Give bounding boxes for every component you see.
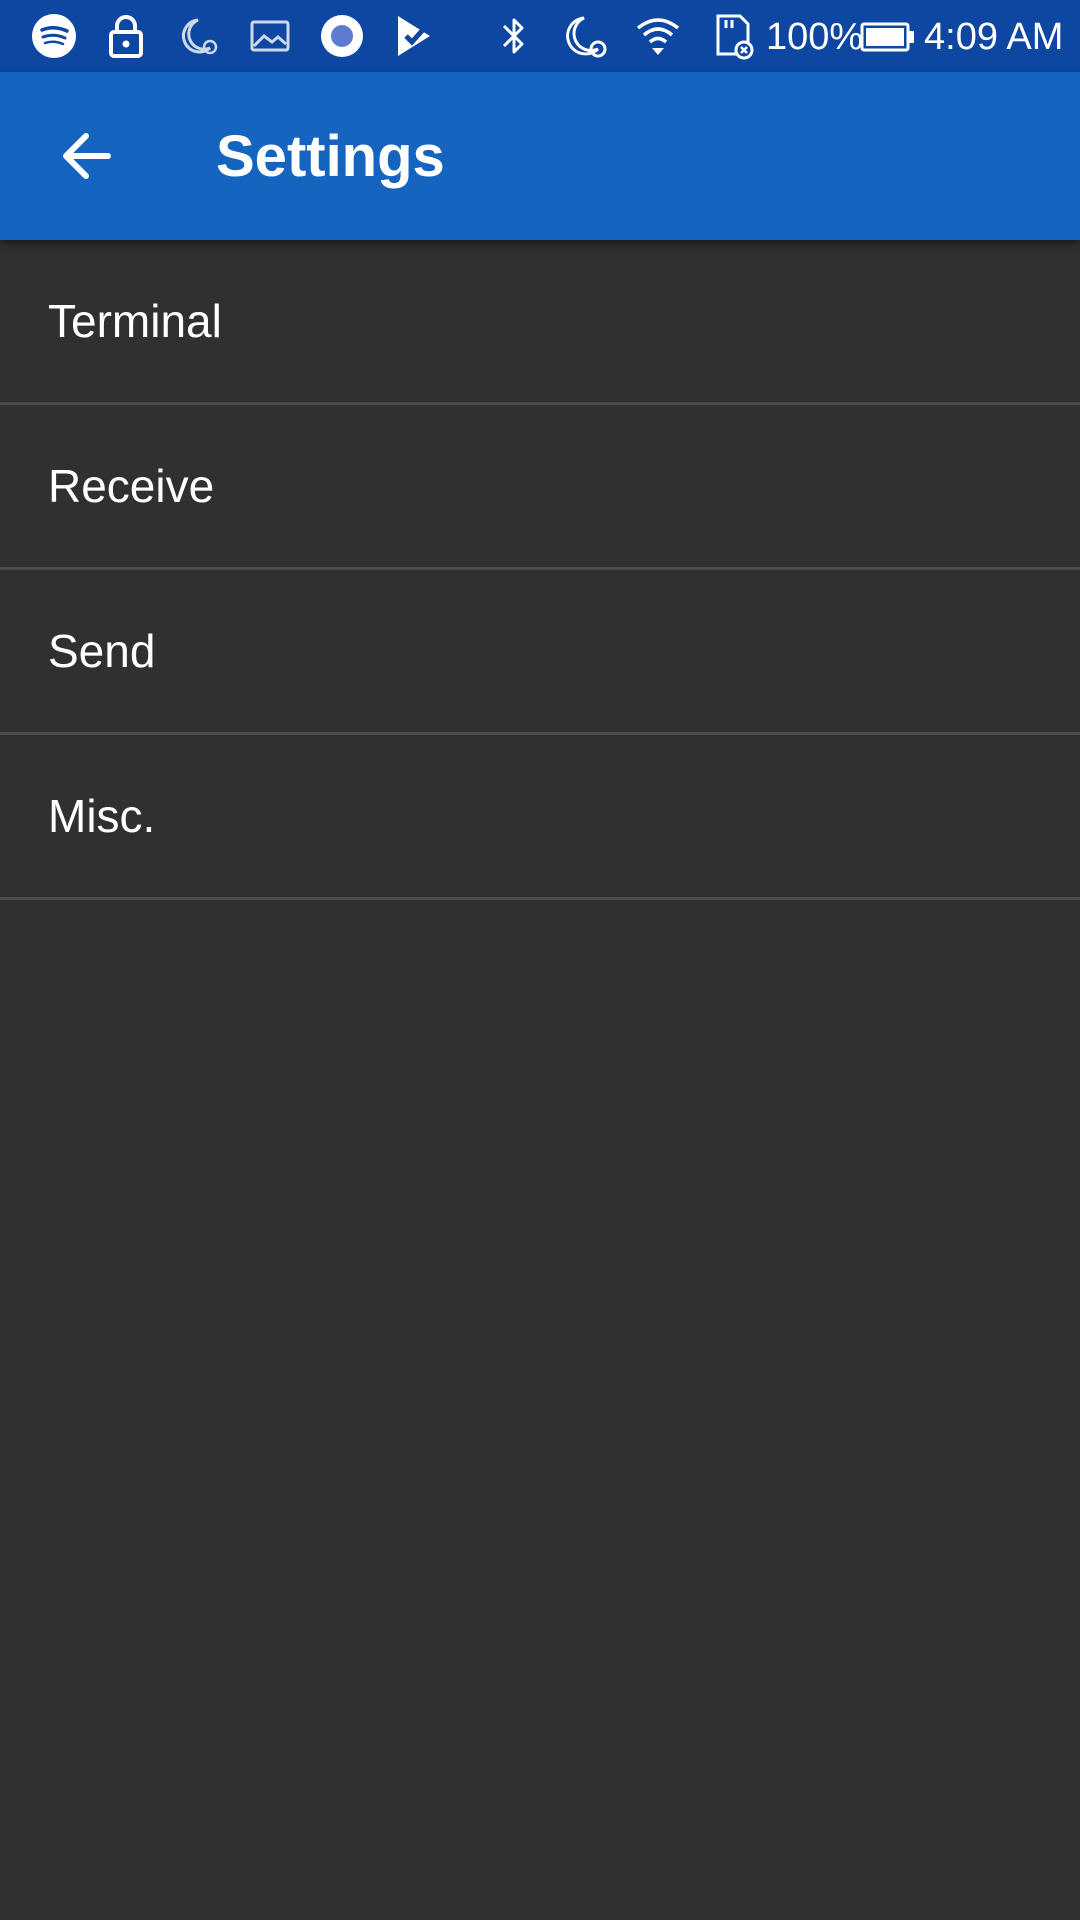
arrow-back-icon — [44, 112, 132, 200]
page-title: Settings — [216, 124, 445, 189]
status-bar: 100% 4:09 AM — [0, 0, 1080, 72]
image-icon — [244, 10, 296, 62]
settings-item-label: Misc. — [48, 790, 156, 842]
app-bar: Settings — [0, 72, 1080, 240]
settings-item-label: Terminal — [48, 295, 222, 347]
battery-percent: 100% — [766, 16, 864, 58]
wifi-icon — [632, 10, 684, 62]
settings-item-label: Send — [48, 625, 156, 677]
settings-item-receive[interactable]: Receive — [0, 405, 1080, 570]
clock: 4:09 AM — [924, 16, 1064, 58]
sd-card-icon — [706, 10, 758, 62]
spotify-icon — [28, 10, 80, 62]
record-icon — [316, 10, 368, 62]
settings-list: Terminal Receive Send Misc. — [0, 240, 1080, 900]
bluetooth-icon — [488, 10, 540, 62]
night-alarm-icon — [558, 10, 610, 62]
back-button[interactable] — [44, 112, 132, 200]
night-alarm-icon — [172, 10, 224, 62]
settings-item-send[interactable]: Send — [0, 570, 1080, 735]
settings-item-misc[interactable]: Misc. — [0, 735, 1080, 900]
lock-icon — [100, 10, 152, 62]
settings-item-label: Receive — [48, 460, 215, 512]
battery-icon — [860, 10, 916, 62]
settings-item-terminal[interactable]: Terminal — [0, 240, 1080, 405]
check-app-icon — [388, 10, 440, 62]
